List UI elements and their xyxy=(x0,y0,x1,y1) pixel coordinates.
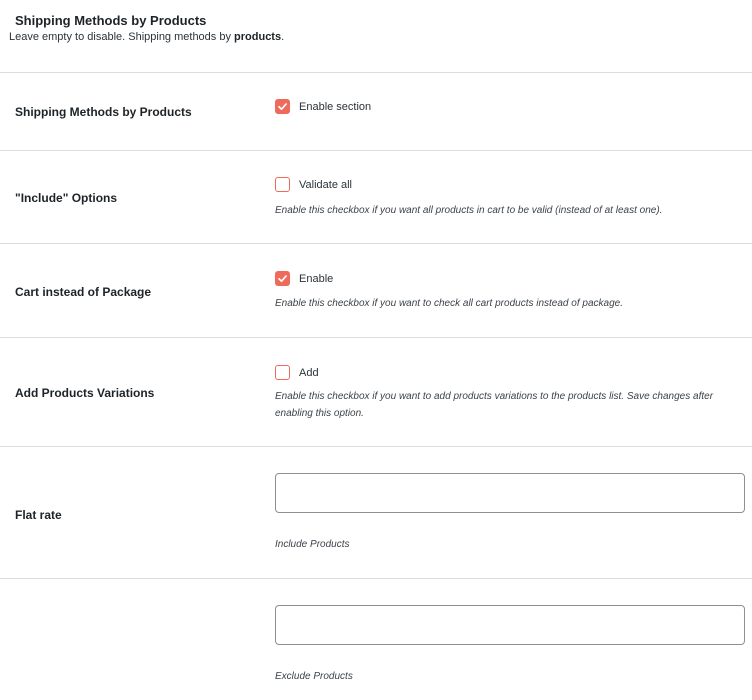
validate-all-label[interactable]: Validate all xyxy=(299,179,352,191)
validate-all-help: Enable this checkbox if you want all pro… xyxy=(275,205,663,216)
label-shipping-methods-by-products: Shipping Methods by Products xyxy=(15,105,192,119)
cart-instead-checkbox[interactable] xyxy=(275,271,290,286)
section-title: Shipping Methods by Products xyxy=(15,13,207,28)
divider xyxy=(0,72,752,73)
cart-instead-option[interactable]: Enable xyxy=(275,270,333,287)
exclude-products-help: Exclude Products xyxy=(275,671,353,682)
label-include-options: "Include" Options xyxy=(15,191,118,205)
label-flat-rate: Flat rate xyxy=(15,508,62,522)
cart-instead-label[interactable]: Enable xyxy=(299,273,333,285)
enable-section-label[interactable]: Enable section xyxy=(299,101,371,113)
divider xyxy=(0,243,752,244)
exclude-products-input[interactable] xyxy=(275,605,745,645)
enable-section-checkbox[interactable] xyxy=(275,99,290,114)
section-description: Leave empty to disable. Shipping methods… xyxy=(9,31,285,43)
include-products-help: Include Products xyxy=(275,539,350,550)
enable-section-option[interactable]: Enable section xyxy=(275,98,371,115)
divider xyxy=(0,446,752,447)
add-variations-help: Enable this checkbox if you want to add … xyxy=(275,391,714,419)
label-add-products-variations: Add Products Variations xyxy=(15,386,155,400)
divider xyxy=(0,337,752,338)
validate-all-checkbox[interactable] xyxy=(275,177,290,192)
add-variations-checkbox[interactable] xyxy=(275,365,290,380)
divider xyxy=(0,578,752,579)
validate-all-option[interactable]: Validate all xyxy=(275,176,352,193)
divider xyxy=(0,150,752,151)
check-icon xyxy=(278,275,287,282)
section-header: Shipping Methods by Products Leave empty… xyxy=(0,0,752,72)
add-variations-label[interactable]: Add xyxy=(299,367,319,379)
label-cart-instead-of-package: Cart instead of Package xyxy=(15,285,152,299)
include-products-input[interactable] xyxy=(275,473,745,513)
check-icon xyxy=(278,103,287,110)
cart-instead-help: Enable this checkbox if you want to chec… xyxy=(275,298,623,309)
add-variations-option[interactable]: Add xyxy=(275,364,319,381)
